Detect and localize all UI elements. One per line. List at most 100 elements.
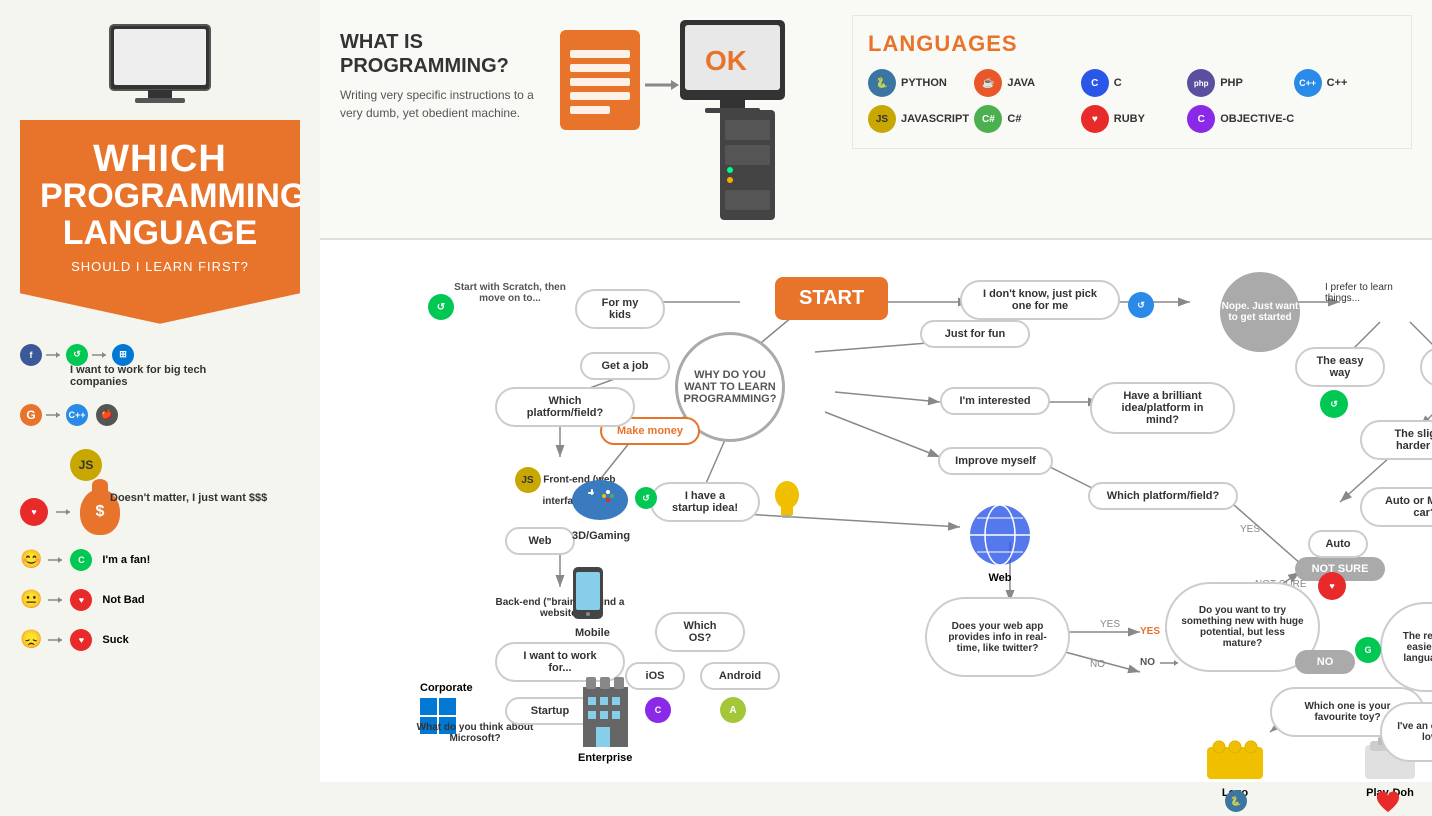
js-frontend-icon: JS [515,467,541,493]
mobile-label: Mobile [575,627,610,639]
main-content: WHAT IS PROGRAMMING? Writing very specif… [320,0,1432,782]
web-label: Web [965,572,1035,584]
start-node: START [775,277,888,320]
js-logo: JS [70,449,102,481]
scratch-icon: ↺ [428,294,454,320]
enterprise-label: Enterprise [578,752,632,764]
ruby-icon-lg: ♥ [1081,105,1109,133]
web-globe-icon [965,500,1035,570]
lang-csharp: C# C# [974,105,1076,133]
languages-grid: 🐍 PYTHON ☕ JAVA C C php PHP C++ C++ [868,69,1396,133]
android-lang-icon: A [720,697,746,723]
wip-desc: Writing very specific instructions to a … [340,86,540,122]
lightbulb-icon [770,477,805,522]
interested-node: I'm interested [940,387,1050,415]
android-node: Android [700,662,780,690]
left-banner: WHICH PROGRAMMING LANGUAGE SHOULD I LEAR… [0,0,320,782]
not-bad-label: Not Bad [102,594,144,606]
title-programming: PROGRAMMING LANGUAGE [40,178,280,253]
ios-lang-icon: C [645,697,671,723]
which-platform-left: Which platform/field? [495,387,635,427]
computer-illustration: OK [540,10,800,230]
monitor-icon [100,20,220,110]
not-bad-row: 😐 ♥ Not Bad [20,589,145,611]
title-which: WHICH [40,140,280,178]
dont-know-node: I don't know, just pick one for me [960,280,1120,320]
fan-row: 😊 C I'm a fan! [20,549,150,571]
green-icon2: C [70,549,92,571]
wip-title: WHAT IS PROGRAMMING? [340,30,540,78]
svg-text:NO: NO [1090,659,1105,670]
lang-java: ☕ JAVA [974,69,1076,97]
c-icon: C [1081,69,1109,97]
old-toy-node: I've an old & ugly toy, but i love it so… [1380,702,1432,762]
lang-c: C C [1081,69,1183,97]
title-subtitle: SHOULD I LEARN FIRST? [40,259,280,274]
brilliant-idea-node: Have a brilliant idea/platform in mind? [1090,382,1235,434]
just-fun-node: Just for fun [920,320,1030,348]
nope-node: Nope. Just want to get started [1220,272,1300,352]
blue-icon-dk: ↺ [1128,292,1154,318]
google-row: G C++ 🍎 [20,404,118,426]
auto-manual-node: Auto or Manual car? [1360,487,1432,527]
fan-label: I'm a fan! [102,554,150,566]
java-icon: ☕ [974,69,1002,97]
lang-cpp: C++ C++ [1294,69,1396,97]
doesnt-matter-label: Doesn't matter, I just want $$$ [110,492,270,504]
js-icon-lg: JS [868,105,896,133]
green-icon3: ↺ [635,487,657,509]
lang-js: JS JAVASCRIPT [868,105,970,133]
ruby-suck: ♥ [70,629,92,651]
ruby-icon-sm: ♥ [20,498,48,526]
heart-playdoh-icon [1375,790,1401,816]
green-icon: ↺ [66,344,88,366]
gaming-label: 3D/Gaming [572,530,630,542]
auto-node: Auto [1308,530,1368,558]
green-hard-icon: G [1355,637,1381,663]
svg-text:OK: OK [705,45,747,76]
easy-icon: ↺ [1320,390,1348,418]
apple-icon: 🍎 [96,404,118,426]
lang-php: php PHP [1187,69,1289,97]
web-left-node: Web [505,527,575,555]
slightly-harder-node: The slightly harder way [1360,420,1432,460]
startup-idea-node: I have a startup idea! [650,482,760,522]
php-icon: php [1187,69,1215,97]
for-kids-node: For my kids [575,289,665,329]
which-os-node: Which OS? [655,612,745,652]
improve-node: Improve myself [938,447,1053,475]
realtime-node: Does your web app provides info in real-… [925,597,1070,677]
flowchart-area: YES NO NOT SURE NO YES START WHY DO YOU … [320,242,1432,782]
ruby-not-bad: ♥ [70,589,92,611]
cpp-icon: C++ [66,404,88,426]
ms-question: What do you think about Microsoft? [410,722,540,744]
gaming-icon [570,472,630,527]
money-row: ♥ $ [20,489,120,535]
facebook-icon: f [20,344,42,366]
top-section: WHAT IS PROGRAMMING? Writing very specif… [320,0,1432,240]
objc-icon: C [1187,105,1215,133]
want-work-for-node: I want to work for... [495,642,625,682]
what-is-programming: WHAT IS PROGRAMMING? Writing very specif… [340,30,540,122]
get-job-node: Get a job [580,352,670,380]
google-icon: G [20,404,42,426]
suck-label: Suck [102,634,128,646]
python-icon: 🐍 [868,69,896,97]
lang-objc: C OBJECTIVE-C [1187,105,1396,133]
ios-node: iOS [625,662,685,690]
languages-panel: LANGUAGES 🐍 PYTHON ☕ JAVA C C php PHP [852,15,1412,149]
title-block: WHICH PROGRAMMING LANGUAGE SHOULD I LEAR… [20,120,300,324]
arrow-right [46,350,62,360]
prefer-label: I prefer to learn things... [1325,282,1425,304]
csharp-icon: C# [974,105,1002,133]
easy-way-node: The easy way [1295,347,1385,387]
auto-lang-icon: ♥ [1318,572,1346,600]
svg-text:YES: YES [1240,524,1260,535]
big-tech-row: f ↺ ⊞ [20,344,134,366]
enterprise-icon [578,677,633,747]
mobile-icon [568,567,608,627]
which-platform-right: Which platform/field? [1088,482,1238,510]
svg-text:YES: YES [1100,619,1120,630]
corporate-label: Corporate [420,682,473,694]
python-lego-icon: 🐍 [1225,790,1247,812]
